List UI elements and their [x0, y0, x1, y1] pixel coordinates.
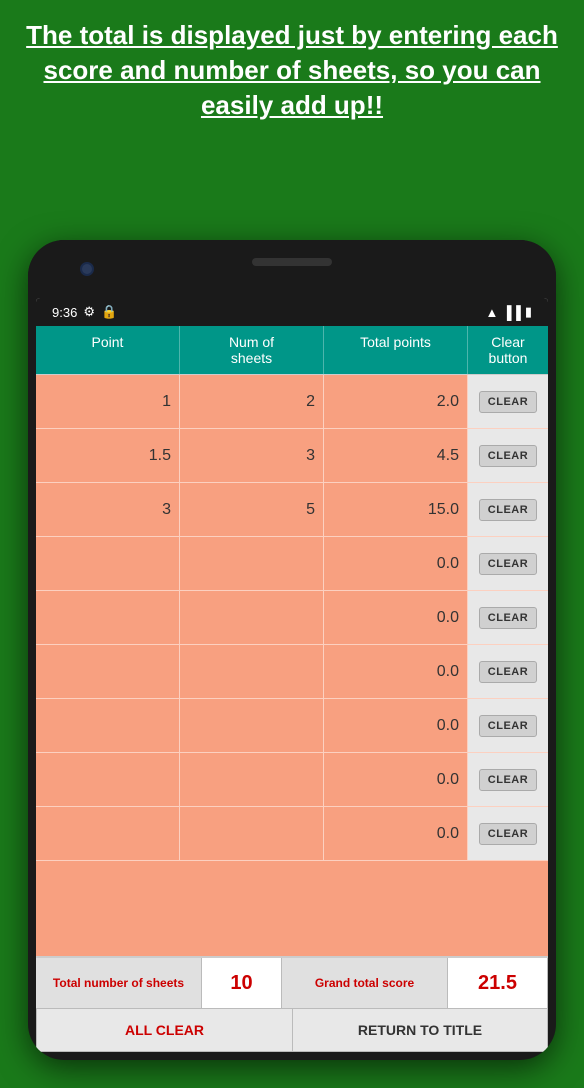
- cell-clear-5[interactable]: CLEAR: [468, 591, 548, 644]
- time-display: 9:36: [52, 305, 77, 320]
- cell-point-3[interactable]: 3: [36, 483, 180, 536]
- status-right: ▲ ▐▐ ▮: [486, 304, 532, 320]
- cell-clear-7[interactable]: CLEAR: [468, 699, 548, 752]
- cell-point-2[interactable]: 1.5: [36, 429, 180, 482]
- table-row: 1 2 2.0 CLEAR: [36, 375, 548, 429]
- status-left: 9:36 ⚙ 🔒: [52, 304, 117, 320]
- cell-sheets-9[interactable]: [180, 807, 324, 860]
- cell-total-8: 0.0: [324, 753, 468, 806]
- grand-total-label: Grand total score: [282, 958, 448, 1008]
- table-row: 3 5 15.0 CLEAR: [36, 483, 548, 537]
- cell-sheets-4[interactable]: [180, 537, 324, 590]
- table-body: 1 2 2.0 CLEAR 1.5 3 4.5 CLEAR 3 5 15: [36, 375, 548, 956]
- cell-point-9[interactable]: [36, 807, 180, 860]
- cell-sheets-5[interactable]: [180, 591, 324, 644]
- all-clear-button[interactable]: ALL CLEAR: [36, 1008, 292, 1052]
- cell-clear-3[interactable]: CLEAR: [468, 483, 548, 536]
- cell-sheets-8[interactable]: [180, 753, 324, 806]
- wifi-icon: ▲: [486, 305, 499, 320]
- cell-clear-4[interactable]: CLEAR: [468, 537, 548, 590]
- table-row: 0.0 CLEAR: [36, 537, 548, 591]
- header-num-sheets: Num ofsheets: [180, 326, 324, 374]
- header-total-points: Total points: [324, 326, 468, 374]
- cell-point-1[interactable]: 1: [36, 375, 180, 428]
- table-row: 0.0 CLEAR: [36, 699, 548, 753]
- cell-clear-9[interactable]: CLEAR: [468, 807, 548, 860]
- battery-icon: ▮: [525, 304, 532, 320]
- clear-button-1[interactable]: CLEAR: [479, 391, 537, 413]
- cell-sheets-2[interactable]: 3: [180, 429, 324, 482]
- clear-button-5[interactable]: CLEAR: [479, 607, 537, 629]
- speaker: [252, 258, 332, 266]
- cell-sheets-6[interactable]: [180, 645, 324, 698]
- lock-icon: 🔒: [101, 304, 117, 320]
- cell-clear-8[interactable]: CLEAR: [468, 753, 548, 806]
- table-row: 0.0 CLEAR: [36, 807, 548, 861]
- cell-point-5[interactable]: [36, 591, 180, 644]
- signal-icon: ▐▐: [502, 305, 520, 320]
- table-row: 1.5 3 4.5 CLEAR: [36, 429, 548, 483]
- cell-total-3: 15.0: [324, 483, 468, 536]
- cell-total-9: 0.0: [324, 807, 468, 860]
- cell-clear-6[interactable]: CLEAR: [468, 645, 548, 698]
- camera: [80, 262, 94, 276]
- status-bar: 9:36 ⚙ 🔒 ▲ ▐▐ ▮: [36, 298, 548, 326]
- cell-total-5: 0.0: [324, 591, 468, 644]
- table-row: 0.0 CLEAR: [36, 645, 548, 699]
- cell-total-2: 4.5: [324, 429, 468, 482]
- cell-sheets-1[interactable]: 2: [180, 375, 324, 428]
- cell-total-6: 0.0: [324, 645, 468, 698]
- bottom-buttons: ALL CLEAR RETURN TO TITLE: [36, 1008, 548, 1052]
- clear-button-6[interactable]: CLEAR: [479, 661, 537, 683]
- cell-point-4[interactable]: [36, 537, 180, 590]
- cell-clear-2[interactable]: CLEAR: [468, 429, 548, 482]
- cell-point-8[interactable]: [36, 753, 180, 806]
- cell-sheets-3[interactable]: 5: [180, 483, 324, 536]
- total-sheets-label: Total number of sheets: [36, 958, 202, 1008]
- phone-screen: 9:36 ⚙ 🔒 ▲ ▐▐ ▮ Point Num ofsheets Total…: [36, 298, 548, 1052]
- cell-total-4: 0.0: [324, 537, 468, 590]
- table-header: Point Num ofsheets Total points Clearbut…: [36, 326, 548, 375]
- phone-device: 9:36 ⚙ 🔒 ▲ ▐▐ ▮ Point Num ofsheets Total…: [28, 240, 556, 1060]
- clear-button-8[interactable]: CLEAR: [479, 769, 537, 791]
- cell-point-6[interactable]: [36, 645, 180, 698]
- total-sheets-value: 10: [202, 958, 282, 1008]
- footer-summary: Total number of sheets 10 Grand total sc…: [36, 956, 548, 1008]
- header-point: Point: [36, 326, 180, 374]
- table-row: 0.0 CLEAR: [36, 591, 548, 645]
- header-clear-button: Clearbutton: [468, 326, 548, 374]
- page-header: The total is displayed just by entering …: [0, 0, 584, 135]
- return-to-title-button[interactable]: RETURN TO TITLE: [292, 1008, 548, 1052]
- clear-button-2[interactable]: CLEAR: [479, 445, 537, 467]
- settings-icon: ⚙: [83, 304, 95, 320]
- table-row: 0.0 CLEAR: [36, 753, 548, 807]
- cell-point-7[interactable]: [36, 699, 180, 752]
- cell-total-1: 2.0: [324, 375, 468, 428]
- clear-button-4[interactable]: CLEAR: [479, 553, 537, 575]
- clear-button-7[interactable]: CLEAR: [479, 715, 537, 737]
- grand-total-value: 21.5: [448, 958, 548, 1008]
- cell-clear-1[interactable]: CLEAR: [468, 375, 548, 428]
- clear-button-9[interactable]: CLEAR: [479, 823, 537, 845]
- clear-button-3[interactable]: CLEAR: [479, 499, 537, 521]
- phone-notch: [28, 240, 556, 298]
- cell-sheets-7[interactable]: [180, 699, 324, 752]
- cell-total-7: 0.0: [324, 699, 468, 752]
